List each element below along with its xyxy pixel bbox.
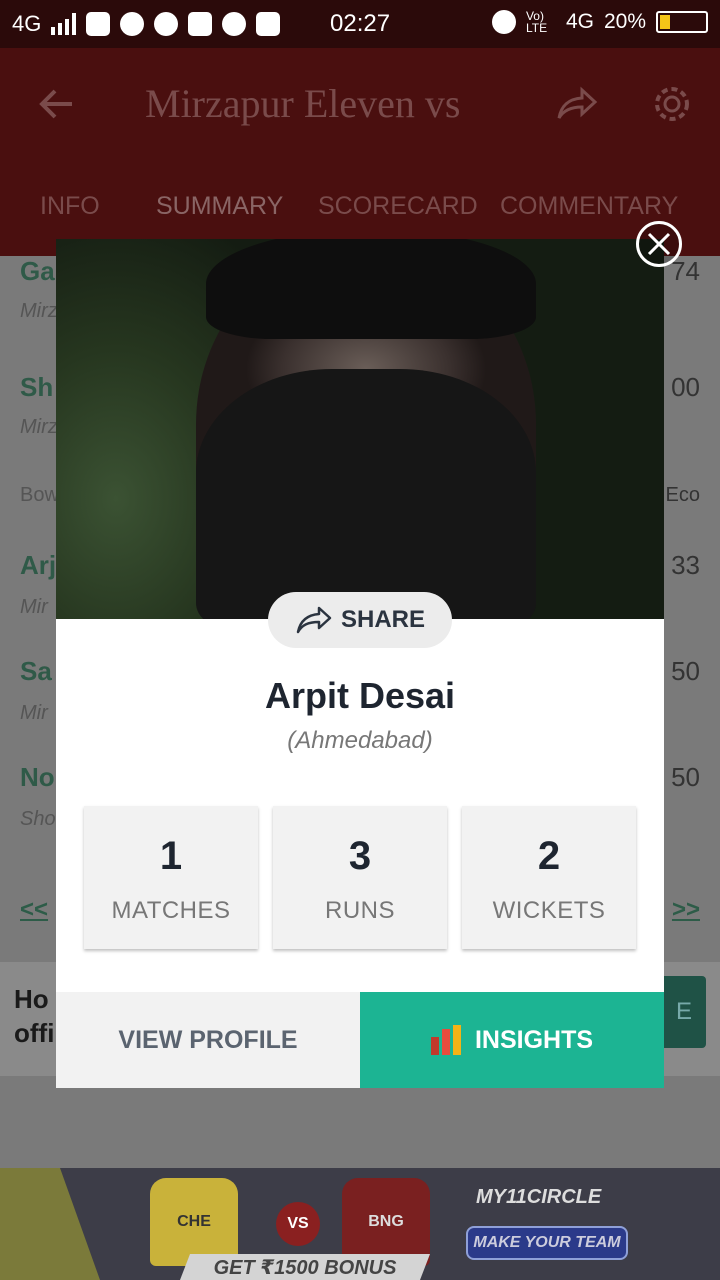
signal-icon	[51, 13, 77, 35]
status-right: Vo) LTE 4G 20%	[491, 9, 708, 35]
status-bar: 4G 02:27 Vo) LTE 4G 20%	[0, 0, 720, 48]
network-type: 4G	[12, 11, 42, 36]
close-icon	[647, 232, 671, 256]
volte-indicator: Vo) LTE	[525, 9, 548, 35]
stat-label: WICKETS	[492, 897, 606, 924]
stat-value: 3	[348, 834, 372, 878]
data-warning-icon	[256, 12, 281, 36]
battery-icon	[656, 11, 708, 33]
voice-recorder-icon	[188, 12, 213, 36]
whatsapp-icon	[154, 12, 179, 36]
player-name: Arpit Desai	[264, 675, 456, 716]
share-label: SHARE	[340, 606, 425, 633]
stat-value: 2	[537, 834, 561, 878]
ad-brand: MY11CIRCLE	[476, 1186, 602, 1208]
player-team: (Ahmedabad)	[287, 727, 433, 754]
stat-card-wickets: 2 WICKETS	[462, 806, 636, 949]
alarm-icon	[491, 10, 516, 34]
status-left: 4G	[12, 11, 281, 37]
player-stats: 1 MATCHES 3 RUNS 2 WICKETS	[84, 806, 636, 949]
ad-stripe	[0, 1168, 100, 1280]
stat-label: MATCHES	[111, 897, 231, 924]
stat-card-runs: 3 RUNS	[273, 806, 447, 949]
network-type-right: 4G	[565, 10, 594, 33]
stat-value: 1	[159, 834, 183, 878]
jersey-che: CHE	[150, 1178, 238, 1266]
mail-icon	[86, 12, 111, 36]
share-arrow-icon	[296, 606, 332, 634]
close-modal-button[interactable]	[636, 221, 682, 267]
telegram-icon	[120, 12, 145, 36]
chat-icon	[222, 12, 247, 36]
ad-banner[interactable]: CHE VS BNG GET ₹1500 BONUS MY11CIRCLE MA…	[0, 1168, 720, 1280]
battery-percent: 20%	[603, 10, 646, 33]
insights-label: INSIGHTS	[474, 1025, 594, 1054]
make-team-button[interactable]: MAKE YOUR TEAM	[466, 1226, 628, 1260]
photo-hair	[206, 239, 536, 339]
insights-button[interactable]: INSIGHTS	[360, 992, 664, 1088]
bar-chart-icon	[430, 1025, 461, 1055]
view-profile-button[interactable]: VIEW PROFILE	[56, 992, 360, 1088]
photo-mask	[196, 369, 536, 619]
share-button[interactable]: SHARE	[268, 592, 452, 648]
player-card-modal: SHARE Arpit Desai (Ahmedabad) 1 MATCHES …	[56, 239, 664, 1088]
ad-bonus: GET ₹1500 BONUS	[180, 1254, 430, 1280]
stat-card-matches: 1 MATCHES	[84, 806, 258, 949]
player-photo	[56, 239, 664, 619]
vs-badge: VS	[276, 1202, 320, 1246]
clock: 02:27	[330, 10, 391, 37]
jersey-bng: BNG	[342, 1178, 430, 1266]
stat-label: RUNS	[324, 897, 395, 924]
